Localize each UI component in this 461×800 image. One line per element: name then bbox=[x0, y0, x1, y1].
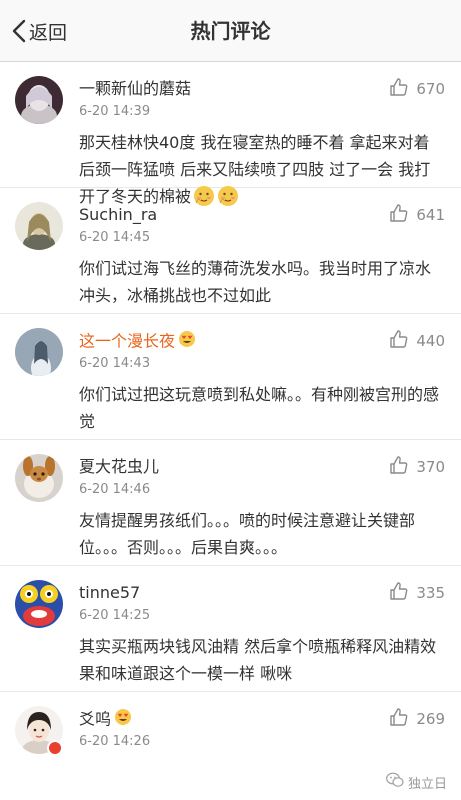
comment-item: tinne57 6-20 14:25 335 其实买瓶两块钱风油精 然后拿个喷瓶… bbox=[0, 566, 461, 692]
heart-eyes-emoji-icon bbox=[114, 708, 132, 732]
timestamp: 6-20 14:46 bbox=[79, 482, 151, 497]
thumbs-up-icon bbox=[389, 203, 409, 227]
username[interactable]: 一颗新仙的蘑菇 bbox=[79, 78, 191, 100]
thumbs-up-icon bbox=[389, 707, 409, 731]
like-count: 670 bbox=[416, 80, 445, 98]
timestamp: 6-20 14:25 bbox=[79, 608, 151, 623]
comment-item: 夏大花虫儿 6-20 14:46 370 友情提醒男孩纸们。。。喷的时候注意避让… bbox=[0, 440, 461, 566]
username[interactable]: 夏大花虫儿 bbox=[79, 456, 159, 478]
avatar[interactable] bbox=[15, 454, 63, 502]
like-count: 370 bbox=[416, 458, 445, 476]
watermark: 独立日 bbox=[386, 772, 447, 792]
avatar[interactable] bbox=[15, 580, 63, 628]
thumbs-up-icon bbox=[389, 581, 409, 605]
timestamp: 6-20 14:39 bbox=[79, 104, 151, 119]
navigation-bar: 返回 热门评论 bbox=[0, 0, 461, 62]
comment-text: 你们试过把这玩意喷到私处嘛。。有种刚被宫刑的感觉 bbox=[79, 385, 440, 431]
thumbs-up-icon bbox=[389, 329, 409, 353]
like-button[interactable]: 440 bbox=[389, 329, 445, 353]
timestamp: 6-20 14:43 bbox=[79, 356, 151, 371]
wechat-icon bbox=[386, 772, 404, 792]
avatar[interactable] bbox=[15, 328, 63, 376]
like-count: 335 bbox=[416, 584, 445, 602]
like-count: 269 bbox=[416, 710, 445, 728]
comment-text: 其实买瓶两块钱风油精 然后拿个喷瓶稀释风油精效果和味道跟这个一模一样 啾咪 bbox=[79, 637, 437, 683]
like-button[interactable]: 370 bbox=[389, 455, 445, 479]
like-button[interactable]: 269 bbox=[389, 707, 445, 731]
username[interactable]: Suchin_ra bbox=[79, 204, 157, 226]
avatar[interactable] bbox=[15, 202, 63, 250]
timestamp: 6-20 14:45 bbox=[79, 230, 151, 245]
username-label: 爻呜 bbox=[79, 709, 112, 729]
comment-text: 友情提醒男孩纸们。。。喷的时候注意避让关键部位。。。否则。。。后果自爽。。。 bbox=[79, 511, 416, 557]
avatar[interactable] bbox=[15, 76, 63, 124]
comment-list[interactable]: 一颗新仙的蘑菇 6-20 14:39 670 那天桂林快40度 我在寝室热的睡不… bbox=[0, 62, 461, 800]
like-count: 641 bbox=[416, 206, 445, 224]
page-title: 热门评论 bbox=[190, 19, 271, 43]
username[interactable]: 这一个漫长夜 bbox=[79, 330, 196, 354]
comment-text: 你们试过海飞丝的薄荷洗发水吗。我当时用了凉水冲头，冰桶挑战也不过如此 bbox=[79, 259, 432, 305]
comment-item: 一颗新仙的蘑菇 6-20 14:39 670 那天桂林快40度 我在寝室热的睡不… bbox=[0, 62, 461, 206]
like-count: 440 bbox=[416, 332, 445, 350]
like-button[interactable]: 335 bbox=[389, 581, 445, 605]
thumbs-up-icon bbox=[389, 77, 409, 101]
heart-eyes-emoji-icon bbox=[178, 330, 196, 354]
thumbs-up-icon bbox=[389, 455, 409, 479]
comment-item: Suchin_ra 6-20 14:45 641 你们试过海飞丝的薄荷洗发水吗。… bbox=[0, 188, 461, 314]
username-label: 这一个漫长夜 bbox=[79, 331, 176, 351]
timestamp: 6-20 14:26 bbox=[79, 734, 151, 749]
like-button[interactable]: 670 bbox=[389, 77, 445, 101]
username[interactable]: 爻呜 bbox=[79, 708, 132, 732]
username[interactable]: tinne57 bbox=[79, 582, 140, 604]
comment-item: 这一个漫长夜 6-20 14:43 440 你们试过把这玩意喷到私处嘛。。有种刚… bbox=[0, 314, 461, 440]
watermark-label: 独立日 bbox=[407, 776, 447, 792]
like-button[interactable]: 641 bbox=[389, 203, 445, 227]
verified-badge-icon bbox=[47, 740, 63, 756]
